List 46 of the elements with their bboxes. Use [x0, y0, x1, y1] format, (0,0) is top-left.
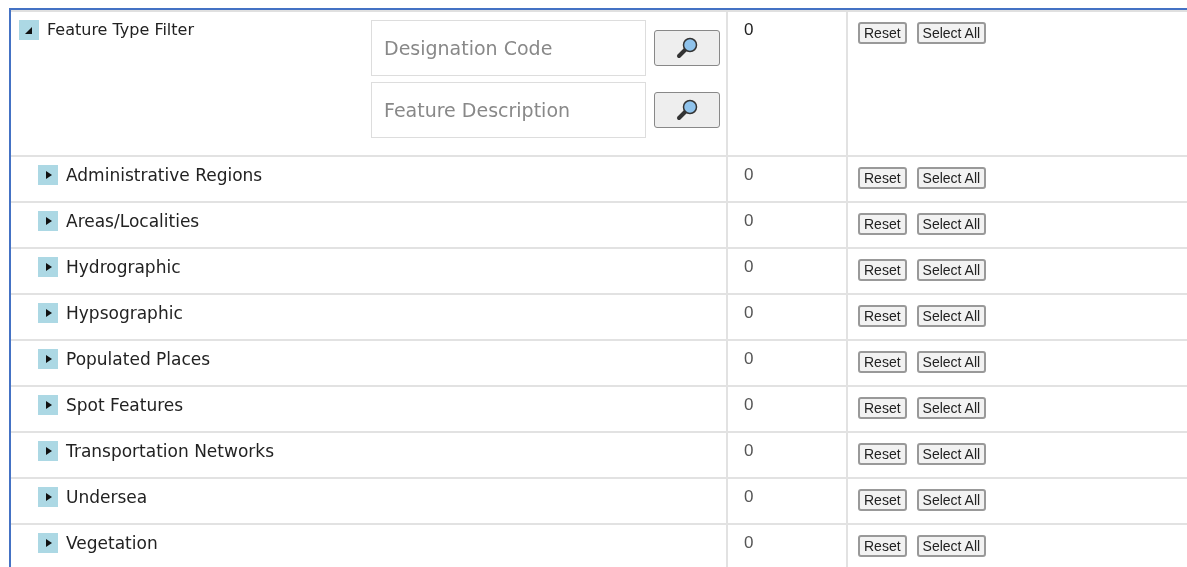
category-label: Administrative Regions [66, 165, 263, 185]
count-text: 0 [728, 479, 848, 525]
search-icon [675, 36, 699, 60]
text-button[interactable]: Reset [858, 489, 907, 511]
text-button[interactable]: Select All [916, 259, 987, 281]
text-button[interactable]: Reset [858, 22, 907, 44]
search-field[interactable]: Designation Code [371, 20, 646, 76]
text-button[interactable]: Select All [916, 489, 987, 511]
text-button[interactable]: Reset [858, 305, 907, 327]
text-button[interactable]: Reset [858, 443, 907, 465]
count-text: 0 [728, 157, 848, 203]
text-button[interactable]: Select All [916, 535, 987, 557]
count-text: 0 [728, 525, 848, 567]
text-button[interactable]: Select All [916, 213, 987, 235]
text-button[interactable]: Reset [858, 167, 907, 189]
text-button[interactable]: Reset [858, 351, 907, 373]
count-text: 0 [728, 12, 848, 157]
text-button[interactable]: Select All [916, 397, 987, 419]
count-text: 0 [728, 295, 848, 341]
category-label: Undersea [66, 487, 148, 507]
category-label: Spot Features [66, 395, 184, 415]
category-label: Transportation Networks [66, 441, 274, 461]
category-label: Vegetation [66, 533, 158, 553]
text-button[interactable]: Select All [916, 351, 987, 373]
count-text: 0 [728, 249, 848, 295]
search-button[interactable] [654, 92, 720, 128]
text-button[interactable]: Select All [916, 22, 987, 44]
search-field[interactable]: Feature Description [371, 82, 646, 138]
category-label: Areas/Localities [66, 211, 200, 231]
search-button[interactable] [654, 30, 720, 66]
text-button[interactable]: Reset [858, 397, 907, 419]
category-label: Populated Places [66, 349, 211, 369]
text-button[interactable]: Reset [858, 535, 907, 557]
category-label: Hypsographic [66, 303, 183, 323]
category-label: Hydrographic [66, 257, 181, 277]
text-button[interactable]: Reset [858, 213, 907, 235]
text-button[interactable]: Reset [858, 259, 907, 281]
text-button[interactable]: Select All [916, 305, 987, 327]
search-icon [675, 98, 699, 122]
text-button[interactable]: Select All [916, 443, 987, 465]
count-text: 0 [728, 387, 848, 433]
count-text: 0 [728, 341, 848, 387]
filter-title: Feature Type Filter [47, 20, 194, 40]
count-text: 0 [728, 203, 848, 249]
count-text: 0 [728, 433, 848, 479]
text-button[interactable]: Select All [916, 167, 987, 189]
